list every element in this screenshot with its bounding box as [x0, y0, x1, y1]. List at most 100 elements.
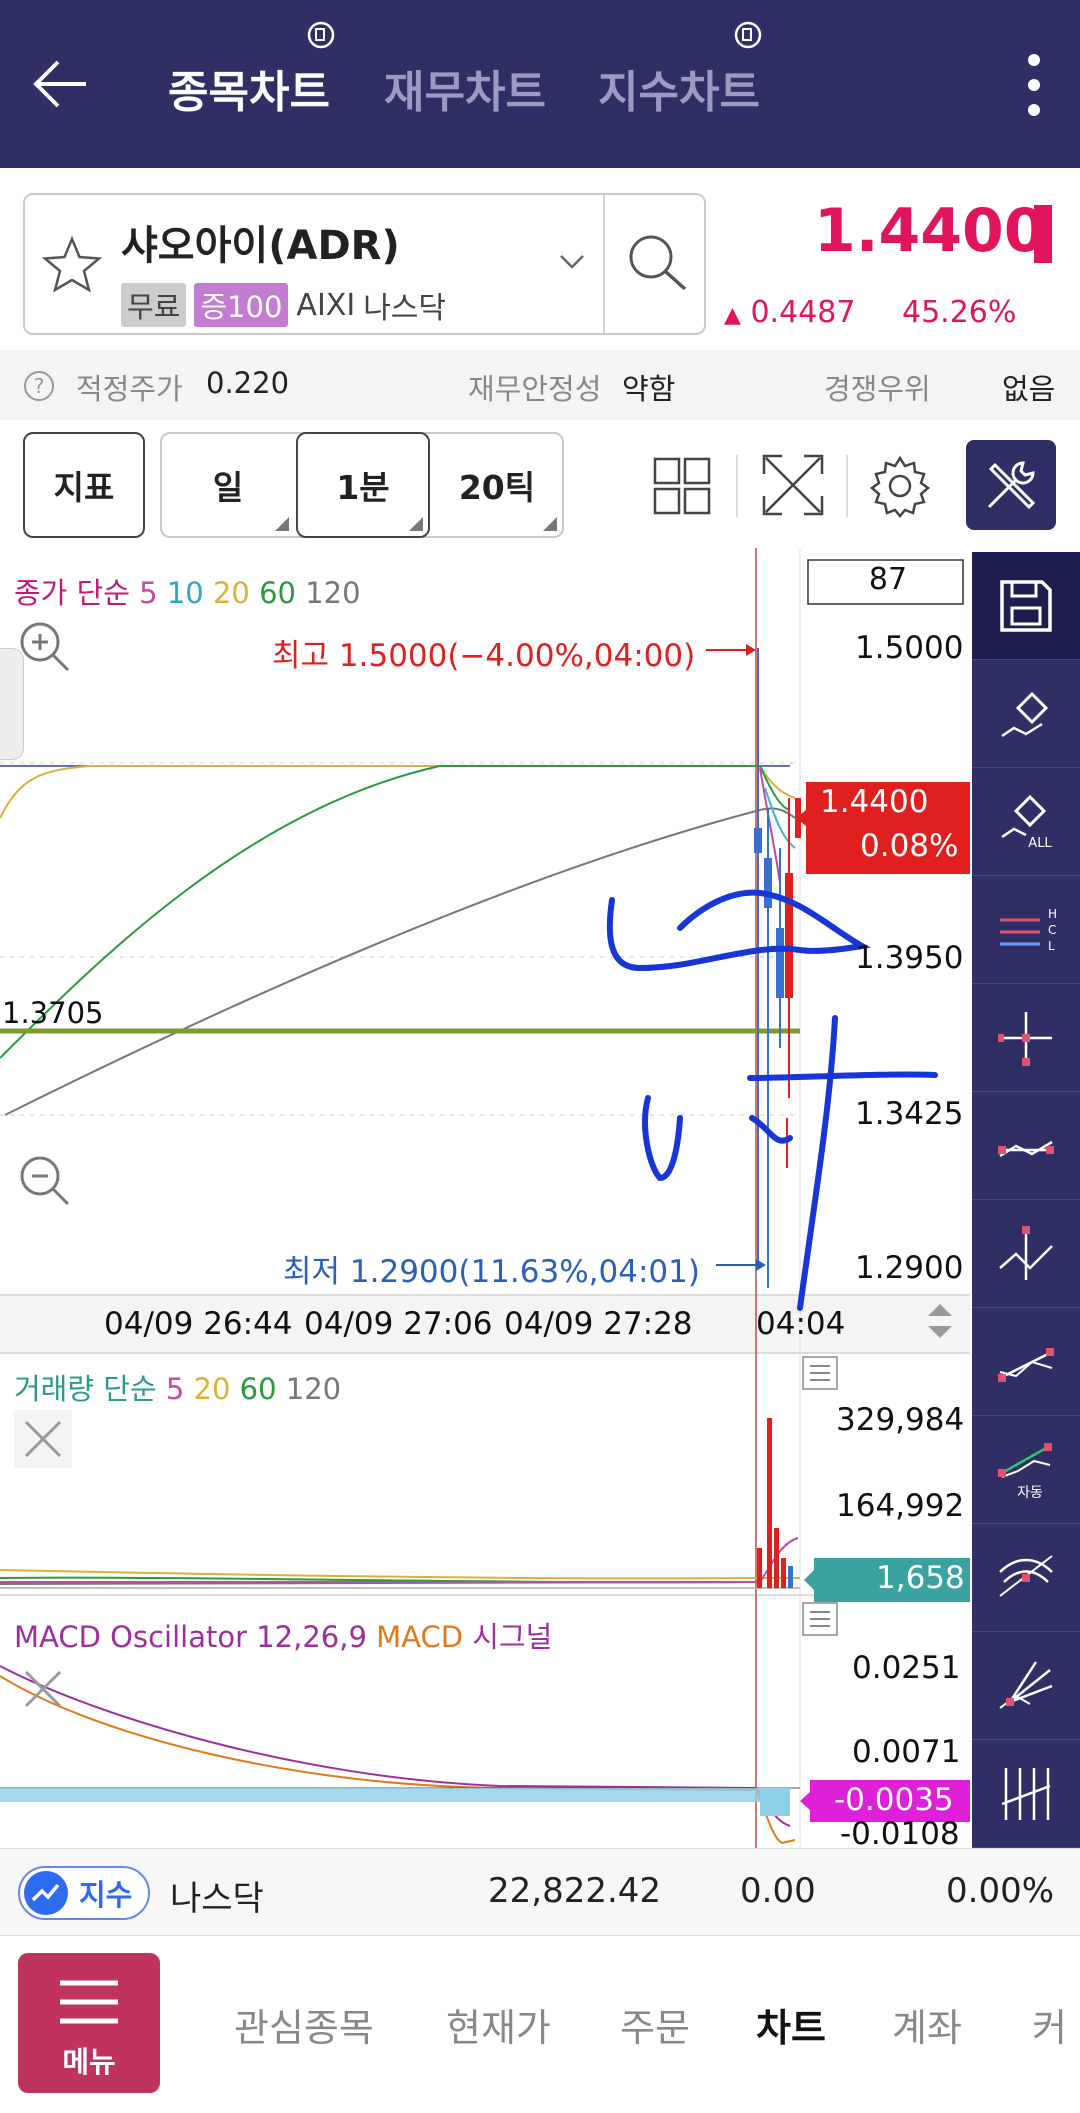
- index-pct: 0.00%: [946, 1871, 1055, 1911]
- back-arrow-icon[interactable]: [30, 58, 90, 110]
- bottom-nav: 메뉴 관심종목 현재가 주문 차트 계좌 커: [0, 1937, 1080, 2113]
- index-badge[interactable]: 지수: [18, 1866, 150, 1920]
- fan-line-tool[interactable]: [972, 1632, 1080, 1740]
- volume-tag: 1,658: [876, 1560, 965, 1596]
- trend-line-icon: [998, 1347, 1054, 1382]
- help-icon[interactable]: ?: [22, 369, 56, 403]
- legend-prefix: 거래량 단순: [14, 1372, 157, 1406]
- fibonacci-arc-tool[interactable]: [972, 1524, 1080, 1632]
- drawing-tools-button[interactable]: [966, 440, 1056, 530]
- trend-icon: [24, 1871, 68, 1915]
- price-change: ▲ 0.4487: [724, 295, 855, 330]
- grid-layout-icon[interactable]: [652, 456, 712, 516]
- fan-icon: [999, 1660, 1053, 1709]
- margin-badge: 증100: [194, 283, 289, 327]
- auto-trend-tool[interactable]: 자동: [972, 1416, 1080, 1524]
- legend-macd: MACD: [376, 1620, 464, 1654]
- macd-axis-label: -0.0108: [840, 1816, 960, 1852]
- panel-drawer-handle[interactable]: [0, 648, 24, 760]
- index-bar[interactable]: 지수 나스닥 22,822.42 0.00 0.00%: [0, 1848, 1080, 1936]
- stability-value: 약함: [622, 372, 676, 406]
- tools-icon: [987, 461, 1036, 510]
- tab-financial-chart[interactable]: 재무차트: [384, 56, 546, 120]
- vertical-line-icon: [999, 1225, 1053, 1280]
- index-badge-label: 지수: [79, 1878, 133, 1912]
- time-axis-label: 04:04: [756, 1306, 846, 1342]
- macd-tag: -0.0035: [834, 1782, 954, 1818]
- nav-current-price[interactable]: 현재가: [446, 1997, 551, 2052]
- tab-stock-chart[interactable]: 종목차트: [168, 56, 330, 120]
- legend-ma20: 20: [212, 576, 250, 610]
- more-menu-icon[interactable]: [1022, 52, 1046, 118]
- competitive-value: 없음: [1002, 372, 1056, 406]
- panel-menu-icon[interactable]: [802, 1602, 838, 1636]
- save-icon: [1000, 579, 1052, 632]
- low-label: 최저 1.2900(11.63%,04:01): [283, 1254, 700, 1290]
- legend-macd-osc: MACD Oscillator 12,26,9: [14, 1620, 367, 1654]
- change-value: 0.4487: [750, 295, 856, 330]
- parallel-lines-tool[interactable]: [972, 1740, 1080, 1848]
- level-label: 1.3705: [2, 996, 104, 1030]
- menu-label: 메뉴: [62, 2045, 116, 2079]
- close-icon[interactable]: [14, 1660, 72, 1718]
- indicator-button[interactable]: 지표: [23, 432, 145, 538]
- search-icon[interactable]: [623, 229, 691, 297]
- star-icon[interactable]: [41, 235, 103, 295]
- current-pct-tag: 0.08%: [860, 828, 959, 864]
- copy-icon: [307, 21, 335, 49]
- nav-order[interactable]: 주문: [620, 1997, 690, 2052]
- legend-ma120: 120: [305, 576, 361, 610]
- nav-chart[interactable]: 차트: [756, 1997, 826, 2052]
- macd-axis-label: 0.0251: [852, 1650, 961, 1686]
- nav-more[interactable]: 커: [1032, 1997, 1067, 2052]
- macd-legend[interactable]: MACD Oscillator 12,26,9 MACD 시그널: [14, 1614, 552, 1656]
- vertical-line-tool[interactable]: [972, 1200, 1080, 1308]
- crosshair-icon: [998, 1011, 1052, 1066]
- svg-text:?: ?: [34, 374, 45, 398]
- price-axis-label: 1.2900: [855, 1250, 964, 1286]
- count-box: 87: [868, 562, 908, 597]
- chevron-down-icon[interactable]: [558, 253, 586, 271]
- menu-button[interactable]: 메뉴: [18, 1953, 160, 2093]
- nav-watchlist[interactable]: 관심종목: [234, 1997, 374, 2052]
- legend-signal: 시그널: [472, 1620, 553, 1654]
- svg-text:L: L: [1048, 939, 1055, 953]
- free-badge: 무료: [121, 283, 187, 327]
- close-icon[interactable]: [14, 1410, 72, 1468]
- gear-icon[interactable]: [868, 454, 932, 518]
- horizontal-line-tool[interactable]: [972, 1092, 1080, 1200]
- erase-all-tool[interactable]: ALL: [972, 768, 1080, 876]
- period-20tick-button[interactable]: 20틱: [430, 432, 564, 538]
- erase-tool[interactable]: [972, 660, 1080, 768]
- svg-text:ALL: ALL: [1028, 836, 1052, 851]
- volume-legend[interactable]: 거래량 단순 5 20 60 120: [14, 1366, 341, 1408]
- change-percent: 45.26%: [902, 295, 1017, 330]
- copy-icon: [734, 21, 762, 49]
- legend-prefix: 종가 단순: [14, 576, 130, 610]
- fair-price-value: 0.220: [206, 366, 290, 400]
- tab-index-chart[interactable]: 지수차트: [598, 56, 760, 120]
- save-button[interactable]: [972, 552, 1080, 660]
- fullscreen-icon[interactable]: [760, 452, 826, 518]
- stock-selector[interactable]: 샤오아이(ADR) 무료 증100 AIXI 나스닥: [23, 193, 706, 335]
- legend-ma60: 60: [239, 1372, 277, 1406]
- macd-axis-label: 0.0071: [852, 1734, 961, 1770]
- index-value: 22,822.42: [488, 1871, 662, 1911]
- fair-price-label: 적정주가: [76, 372, 183, 406]
- crosshair-tool[interactable]: [972, 984, 1080, 1092]
- chart-area[interactable]: 종가 단순 5 10 20 60 120 87 최고 1.5000(−4.00%…: [0, 548, 970, 1852]
- period-day-button[interactable]: 일: [160, 432, 296, 538]
- eraser-icon: [1001, 691, 1049, 737]
- trend-line-tool[interactable]: [972, 1308, 1080, 1416]
- zoom-out-icon[interactable]: [14, 1150, 74, 1210]
- svg-text:H: H: [1048, 907, 1056, 921]
- price-ma-legend[interactable]: 종가 단순 5 10 20 60 120: [14, 570, 361, 612]
- time-axis-label: 04/09 27:06: [304, 1306, 493, 1342]
- period-1min-button[interactable]: 1분: [296, 432, 430, 538]
- hcl-line-tool[interactable]: HCL: [972, 876, 1080, 984]
- nav-account[interactable]: 계좌: [892, 1997, 962, 2052]
- app-header: 종목차트 재무차트 지수차트: [0, 0, 1080, 168]
- panel-menu-icon[interactable]: [802, 1356, 838, 1390]
- price-axis-label: 1.3425: [855, 1096, 964, 1132]
- volume-axis-label: 164,992: [836, 1488, 965, 1524]
